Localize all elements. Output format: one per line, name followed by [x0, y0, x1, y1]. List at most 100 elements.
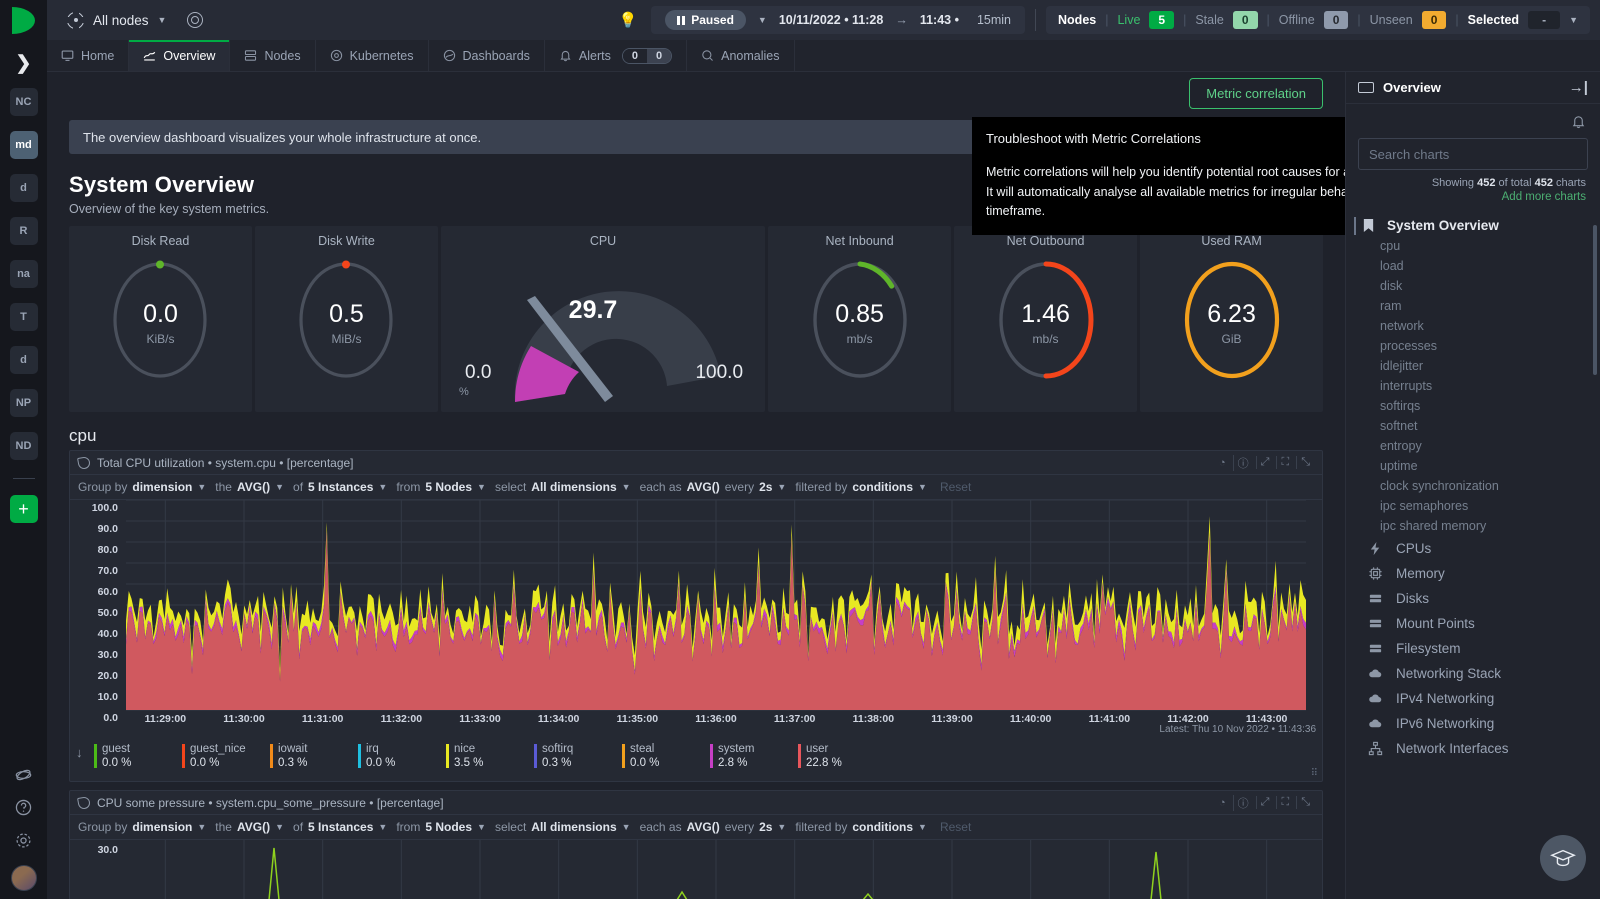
sidebar-item-softnet[interactable]: softnet — [1346, 416, 1600, 436]
group-by-value[interactable]: dimension — [132, 820, 192, 834]
every-value[interactable]: 2s — [759, 480, 772, 494]
filtered-value[interactable]: conditions — [852, 820, 913, 834]
sidebar-item-disk[interactable]: disk — [1346, 276, 1600, 296]
bell-icon[interactable] — [1571, 114, 1586, 129]
chevron-down-icon[interactable]: ▼ — [918, 482, 927, 492]
info-icon[interactable]: ⓘ — [1232, 454, 1253, 471]
add-space-button[interactable]: + — [9, 495, 38, 523]
nodes-value[interactable]: 5 Nodes — [425, 480, 472, 494]
sidebar-item-ipc-shared-memory[interactable]: ipc shared memory — [1346, 516, 1600, 536]
legend-item-system[interactable]: system 2.8 % — [710, 743, 798, 769]
time-chevron-down-icon[interactable]: ▼ — [758, 15, 767, 25]
live-count-badge[interactable]: 5 — [1149, 11, 1175, 29]
nodes-value[interactable]: 5 Nodes — [425, 820, 472, 834]
sidebar-item-network-interfaces[interactable]: Network Interfaces — [1346, 736, 1600, 761]
chevron-down-icon[interactable]: ▼ — [378, 482, 387, 492]
sidebar-item-memory[interactable]: Memory — [1346, 561, 1600, 586]
group-by-value[interactable]: dimension — [132, 480, 192, 494]
instances-value[interactable]: 5 Instances — [308, 820, 373, 834]
lightbulb-icon[interactable]: 💡 — [619, 11, 638, 29]
expand-icon[interactable]: ⤡ — [1296, 456, 1314, 469]
drill-icon[interactable]: ⤢ — [1255, 456, 1274, 469]
gauge-card-net-inbound[interactable]: Net Inbound 0.85 mb/s — [768, 226, 952, 412]
anomaly-icon[interactable]: ◔ — [1215, 797, 1230, 809]
gauge-card-disk-read[interactable]: Disk Read 0.0 KiB/s — [69, 226, 252, 412]
unseen-count-badge[interactable]: 0 — [1421, 11, 1447, 29]
tab-dashboards[interactable]: Dashboards — [429, 40, 545, 71]
reset-button[interactable]: Reset — [940, 820, 971, 834]
reset-button[interactable]: Reset — [940, 480, 971, 494]
each-value[interactable]: AVG() — [687, 820, 720, 834]
selected-value-badge[interactable]: - — [1528, 11, 1561, 29]
chevron-down-icon[interactable]: ▼ — [477, 822, 486, 832]
sidebar-item-processes[interactable]: processes — [1346, 336, 1600, 356]
sidebar-item-ipc-semaphores[interactable]: ipc semaphores — [1346, 496, 1600, 516]
space-item-d[interactable]: d — [9, 174, 38, 202]
collapse-sidebar-icon[interactable]: →| — [1569, 79, 1588, 96]
sort-arrow-icon[interactable]: ↓ — [76, 745, 83, 760]
sidebar-group-system-overview[interactable]: System Overview — [1346, 215, 1600, 236]
sidebar-item-cpu[interactable]: cpu — [1346, 236, 1600, 256]
info-icon[interactable]: ⓘ — [1232, 794, 1253, 811]
space-item-nd[interactable]: ND — [9, 432, 38, 460]
sidebar-scrollbar[interactable] — [1593, 225, 1597, 375]
space-item-np[interactable]: NP — [9, 389, 38, 417]
stale-count-badge[interactable]: 0 — [1232, 11, 1258, 29]
gauge-card-net-outbound[interactable]: Net Outbound 1.46 mb/s — [954, 226, 1138, 412]
legend-item-irq[interactable]: irq 0.0 % — [358, 743, 446, 769]
sidebar-item-ipv6-networking[interactable]: IPv6 Networking — [1346, 711, 1600, 736]
chevron-down-icon[interactable]: ▼ — [777, 482, 786, 492]
space-item-t[interactable]: T — [9, 303, 38, 331]
legend-item-nice[interactable]: nice 3.5 % — [446, 743, 534, 769]
tab-anomalies[interactable]: Anomalies — [687, 40, 795, 71]
space-item-r[interactable]: R — [9, 217, 38, 245]
node-selector[interactable]: All nodes ▼ — [66, 10, 204, 30]
instances-value[interactable]: 5 Instances — [308, 480, 373, 494]
sidebar-item-disks[interactable]: Disks — [1346, 586, 1600, 611]
space-item-d2[interactable]: d — [9, 346, 38, 374]
tab-nodes[interactable]: Nodes — [230, 40, 316, 71]
netdata-logo[interactable] — [0, 0, 47, 40]
sidebar-item-network[interactable]: network — [1346, 316, 1600, 336]
tab-home[interactable]: Home — [47, 40, 130, 71]
space-item-nc[interactable]: NC — [9, 88, 38, 116]
aggregate-value[interactable]: AVG() — [237, 820, 270, 834]
nodes-chevron-down-icon[interactable]: ▼ — [1569, 15, 1578, 25]
sidebar-item-uptime[interactable]: uptime — [1346, 456, 1600, 476]
offline-count-badge[interactable]: 0 — [1323, 11, 1349, 29]
dimensions-value[interactable]: All dimensions — [531, 820, 616, 834]
sidebar-item-ram[interactable]: ram — [1346, 296, 1600, 316]
search-input[interactable] — [1358, 138, 1588, 170]
chevron-down-icon[interactable]: ▼ — [477, 482, 486, 492]
sidebar-item-networking-stack[interactable]: Networking Stack — [1346, 661, 1600, 686]
legend-item-iowait[interactable]: iowait 0.3 % — [270, 743, 358, 769]
chevron-down-icon[interactable]: ▼ — [197, 822, 206, 832]
legend-item-user[interactable]: user 22.8 % — [798, 743, 886, 769]
gauge-card-used-ram[interactable]: Used RAM 6.23 GiB — [1140, 226, 1324, 412]
sidebar-item-softirqs[interactable]: softirqs — [1346, 396, 1600, 416]
expand-rail-icon[interactable]: ❯ — [0, 54, 47, 73]
user-avatar[interactable] — [10, 865, 37, 891]
chevron-down-icon[interactable]: ▼ — [777, 822, 786, 832]
gauge-card-disk-write[interactable]: Disk Write 0.5 MiB/s — [254, 226, 438, 412]
sidebar-item-filesystem[interactable]: Filesystem — [1346, 636, 1600, 661]
chevron-down-icon[interactable]: ▼ — [275, 482, 284, 492]
alerts-badges[interactable]: 0 0 — [621, 47, 673, 64]
fullscreen-icon[interactable]: ⛶ — [1276, 796, 1293, 809]
chevron-down-icon[interactable]: ▼ — [197, 482, 206, 492]
anomaly-icon[interactable]: ◔ — [1215, 457, 1230, 469]
sidebar-item-interrupts[interactable]: interrupts — [1346, 376, 1600, 396]
chevron-down-icon[interactable]: ▼ — [378, 822, 387, 832]
aggregate-value[interactable]: AVG() — [237, 480, 270, 494]
sidebar-item-cpus[interactable]: CPUs — [1346, 536, 1600, 561]
sidebar-item-idlejitter[interactable]: idlejitter — [1346, 356, 1600, 376]
node-settings-gear-icon[interactable] — [187, 12, 204, 28]
integrations-icon[interactable] — [15, 767, 32, 786]
tab-overflow[interactable] — [795, 40, 1600, 71]
fullscreen-icon[interactable]: ⛶ — [1276, 456, 1293, 469]
chevron-down-icon[interactable]: ▼ — [622, 482, 631, 492]
chevron-down-icon[interactable]: ▼ — [622, 822, 631, 832]
resize-grip-icon[interactable]: ⠿ — [1311, 768, 1318, 779]
space-item-md[interactable]: md — [9, 131, 38, 159]
sidebar-item-load[interactable]: load — [1346, 256, 1600, 276]
